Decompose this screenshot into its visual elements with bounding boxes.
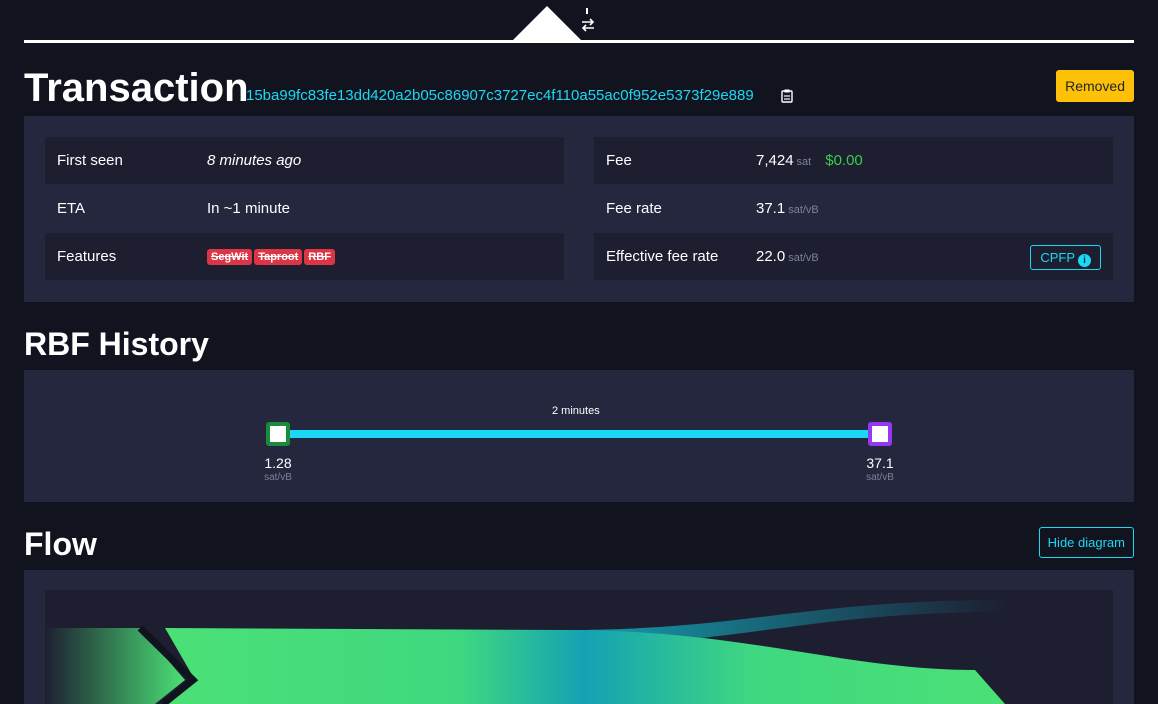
- first-seen-row: First seen 8 minutes ago: [45, 137, 564, 184]
- rbf-duration: 2 minutes: [552, 405, 600, 417]
- flow-panel: [24, 570, 1134, 704]
- fee-rate-label: Fee rate: [606, 200, 662, 217]
- status-badge: Removed: [1056, 70, 1134, 102]
- feature-badge-segwit[interactable]: SegWit: [207, 249, 253, 266]
- eta-row: ETA In ~1 minute: [45, 185, 564, 232]
- rbf-last-unit: sat/vB: [866, 472, 894, 483]
- hide-diagram-button[interactable]: Hide diagram: [1038, 527, 1134, 558]
- flow-input[interactable]: [45, 628, 185, 704]
- effective-fee-rate-label: Effective fee rate: [606, 248, 719, 265]
- effective-fee-rate-value: 22.0: [756, 248, 786, 265]
- feature-badge-rbf[interactable]: RBF: [304, 249, 335, 266]
- effective-fee-rate-unit: sat/vB: [788, 252, 819, 264]
- cpfp-label: CPFP: [1040, 250, 1075, 265]
- first-seen-value: 8 minutes ago: [207, 152, 302, 169]
- fee-unit: sat: [796, 156, 812, 168]
- features-badges: SegWit Taproot RBF: [207, 233, 337, 280]
- first-seen-label: First seen: [57, 152, 123, 169]
- page-title: Transaction: [24, 66, 249, 110]
- effective-fee-rate-row: Effective fee rate 22.0 sat/vB CPFP i: [594, 233, 1113, 280]
- fee-rate-unit: sat/vB: [788, 204, 819, 216]
- rbf-history-title: RBF History: [24, 326, 209, 362]
- flow-diagram: [45, 590, 1113, 704]
- rbf-timeline-line: [286, 430, 876, 438]
- flow-diagram-svg: [45, 600, 1005, 704]
- active-tab-arrow: [512, 6, 582, 41]
- effective-fee-rate-value-group: 22.0 sat/vB: [756, 233, 819, 282]
- transaction-header: Transaction 15ba99fc83fe13dd420a2b05c869…: [24, 64, 1134, 114]
- fee-rate-value-group: 37.1 sat/vB: [756, 185, 819, 234]
- swap-arrows-icon[interactable]: [580, 8, 596, 38]
- fee-rate-row: Fee rate 37.1 sat/vB: [594, 185, 1113, 232]
- rbf-last-value: 37.1: [866, 455, 894, 471]
- fee-label: Fee: [606, 152, 632, 169]
- rbf-node-first[interactable]: [266, 422, 290, 446]
- info-icon: i: [1078, 254, 1091, 267]
- features-row: Features SegWit Taproot RBF: [45, 233, 564, 280]
- rbf-history-panel: 2 minutes 1.28 sat/vB 37.1 sat/vB: [24, 370, 1134, 502]
- eta-label: ETA: [57, 200, 86, 217]
- fee-fiat: $0.00: [825, 152, 863, 169]
- rbf-node-last[interactable]: [868, 422, 892, 446]
- rbf-first-value: 1.28: [264, 455, 292, 471]
- features-label: Features: [57, 248, 117, 265]
- cpfp-button[interactable]: CPFP i: [1030, 245, 1101, 270]
- rbf-first-unit: sat/vB: [264, 472, 292, 483]
- flow-main-band[interactable]: [165, 628, 1005, 704]
- eta-value: In ~1 minute: [207, 200, 290, 217]
- clipboard-icon[interactable]: [781, 89, 793, 103]
- feature-badge-taproot[interactable]: Taproot: [254, 249, 303, 266]
- fee-row: Fee 7,424 sat $0.00: [594, 137, 1113, 184]
- flow-title: Flow: [24, 526, 97, 562]
- fee-value-group: 7,424 sat $0.00: [756, 137, 863, 186]
- txid-link[interactable]: 15ba99fc83fe13dd420a2b05c86907c3727ec4f1…: [246, 87, 754, 104]
- fee-rate-value: 37.1: [756, 200, 786, 217]
- transaction-details-panel: First seen 8 minutes ago ETA In ~1 minut…: [24, 116, 1134, 302]
- fee-value: 7,424: [756, 152, 794, 169]
